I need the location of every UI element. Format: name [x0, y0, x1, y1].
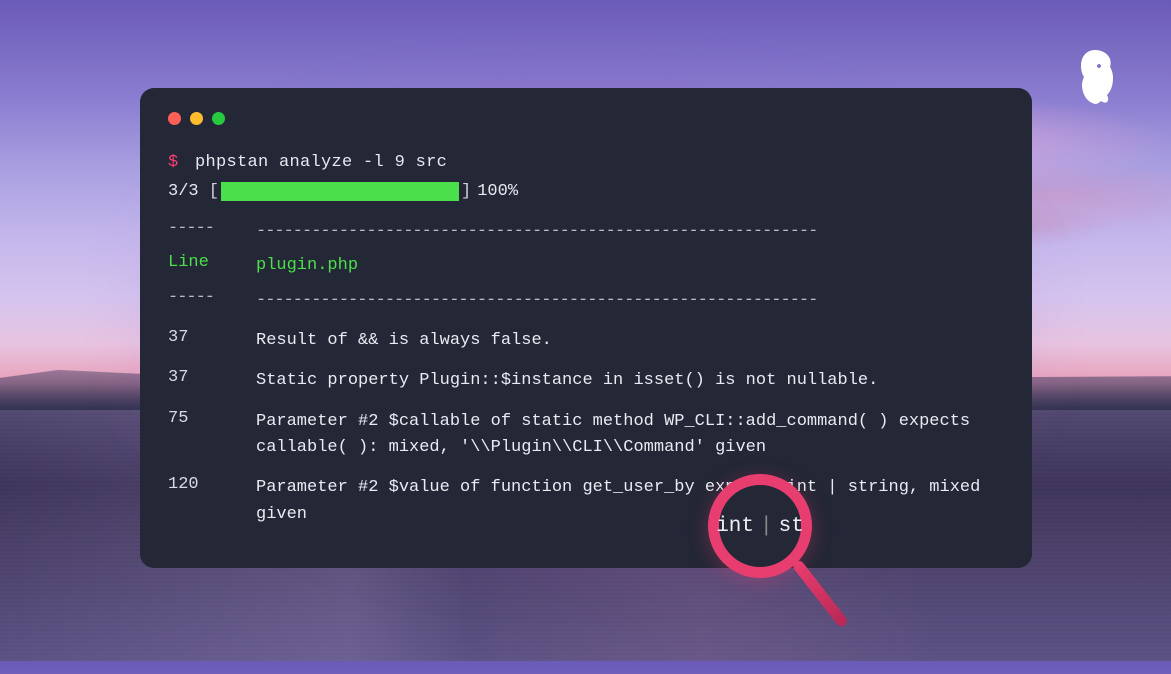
- error-line-number: 37: [168, 368, 256, 394]
- error-row: 37Static property Plugin::$instance in i…: [168, 368, 1004, 394]
- header-line: Line: [168, 253, 256, 279]
- progress-percent: 100%: [477, 182, 518, 201]
- progress-bar: [221, 182, 459, 201]
- error-row: 37Result of && is always false.: [168, 328, 1004, 354]
- close-icon[interactable]: [168, 112, 181, 125]
- header-file: plugin.php: [256, 253, 1004, 279]
- brand-logo-icon: [1069, 48, 1121, 106]
- progress-count: 3/3: [168, 182, 199, 201]
- command-text: phpstan analyze -l 9 src: [195, 153, 447, 172]
- error-line-number: 75: [168, 409, 256, 462]
- error-row: 75Parameter #2 $callable of static metho…: [168, 409, 1004, 462]
- maximize-icon[interactable]: [212, 112, 225, 125]
- error-message: Parameter #2 $value of function get_user…: [256, 475, 1004, 528]
- bracket-close: ]: [461, 182, 471, 201]
- error-line-number: 120: [168, 475, 256, 528]
- error-line-number: 37: [168, 328, 256, 354]
- error-list: 37Result of && is always false.37Static …: [168, 328, 1004, 528]
- shell-prompt: $: [168, 153, 179, 172]
- progress-line: 3/3 [ ] 100%: [168, 182, 1004, 201]
- terminal-window: $ phpstan analyze -l 9 src 3/3 [ ] 100% …: [140, 88, 1032, 568]
- minimize-icon[interactable]: [190, 112, 203, 125]
- bracket-open: [: [199, 182, 219, 201]
- table-header: Line plugin.php: [168, 253, 1004, 279]
- error-message: Result of && is always false.: [256, 328, 1004, 354]
- error-row: 120Parameter #2 $value of function get_u…: [168, 475, 1004, 528]
- window-controls: [168, 112, 1004, 125]
- error-message: Static property Plugin::$instance in iss…: [256, 368, 1004, 394]
- error-message: Parameter #2 $callable of static method …: [256, 409, 1004, 462]
- table-divider-top: ----- ----------------------------------…: [168, 219, 1004, 245]
- command-line: $ phpstan analyze -l 9 src: [168, 153, 1004, 172]
- table-divider-bottom: ----- ----------------------------------…: [168, 288, 1004, 314]
